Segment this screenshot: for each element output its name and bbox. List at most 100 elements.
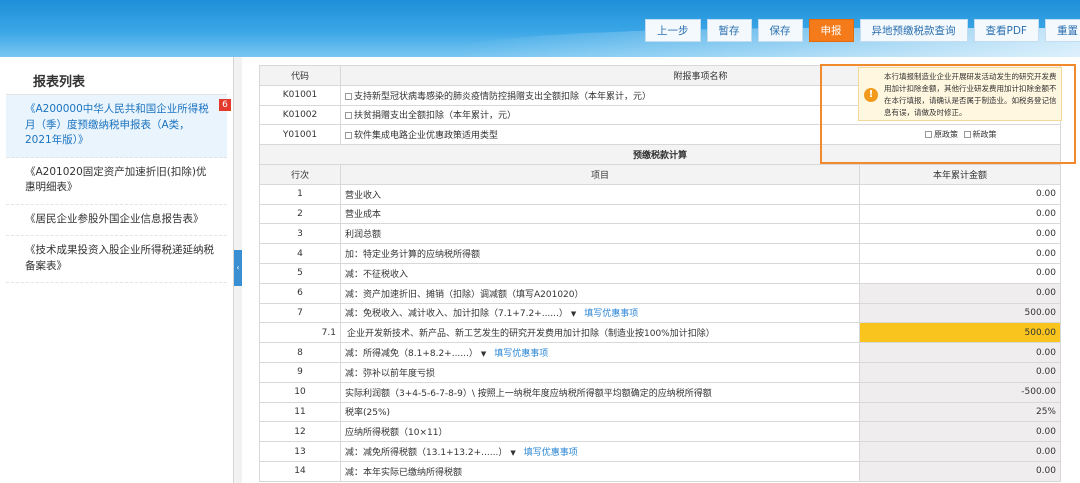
checkbox[interactable] [925,131,932,138]
row-item-text: 减：免税收入、减计收入、加计扣除（7.1+7.2+......） [345,309,568,320]
amount-input[interactable]: 0.00 [859,223,1061,245]
row-item: 减：减免所得税额（13.1+13.2+......） ▼ 填写优惠事项 [340,441,860,462]
row-item: 应纳所得税额（10×11） [340,421,860,443]
row-no: 6 [259,282,341,304]
new-policy-label: 新政策 [972,130,997,139]
report-list-sidebar: 报表列表 《A200000中华人民共和国企业所得税月（季）度预缴纳税申报表（A类… [0,57,234,483]
row-item: 企业开发新技术、新产品、新工艺发生的研究开发费用加计扣除（制造业按100%加计扣… [340,322,860,344]
tooltip-text: 本行填报制造业企业开展研发活动发生的研究开发费用加计扣除金额，其他行业研发费用加… [884,72,1057,117]
calc-header-row: 行次 项目 本年累计金额 [259,163,1061,185]
sidebar-title: 报表列表 [6,57,227,95]
checkbox[interactable] [345,112,352,120]
table-row: 9 减：弥补以前年度亏损 0.00 [259,361,1061,383]
row-no: 11 [259,401,341,423]
row-item: 税率(25%) [340,401,860,423]
fill-preferential-link[interactable]: 填写优惠事项 [524,448,578,458]
sidebar-item-foreign-shares[interactable]: 《居民企业参股外国企业信息报告表》 [6,205,227,236]
amount-readonly: 0.00 [859,460,1061,482]
table-row: 6 减：资产加速折旧、摊销（扣除）调减额（填写A201020） 0.00 [259,282,1061,304]
row-no: 8 [259,342,341,363]
old-policy-label: 原政策 [934,130,958,139]
table-row: 13 减：减免所得税额（13.1+13.2+......） ▼ 填写优惠事项 0.0… [259,441,1061,462]
table-row: 8 减：所得减免（8.1+8.2+......） ▼ 填写优惠事项 0.00 [259,342,1061,363]
warning-tooltip: ! 本行填报制造业企业开展研发活动发生的研究开发费用加计扣除金额，其他行业研发费… [858,67,1062,121]
table-row: 10 实际利润额（3+4-5-6-7-8-9）\ 按照上一纳税年度应纳税所得额平… [259,381,1061,403]
attach-name-text: 支持新型冠状病毒感染的肺炎疫情防控捐赠支出全额扣除（本年累计，元） [354,91,652,102]
amount-readonly: 0.00 [859,441,1061,462]
row-item: 减：本年实际已缴纳所得税额 [340,460,860,482]
amount-input-highlighted[interactable]: 500.00 [859,322,1061,344]
row-item: 减：弥补以前年度亏损 [340,361,860,383]
table-row: 3 利润总额 0.00 [259,223,1061,245]
col-amount-header: 本年累计金额 [859,163,1061,185]
checkbox[interactable] [963,131,971,138]
fill-preferential-link[interactable]: 填写优惠事项 [584,309,638,319]
amount-readonly: 25% [859,401,1061,423]
declare-button[interactable]: 申报 [808,19,854,42]
row-no: 3 [259,223,341,245]
row-no: 10 [259,381,341,403]
row-item: 减：资产加速折旧、摊销（扣除）调减额（填写A201020） [340,282,860,304]
amount-input[interactable]: 0.00 [859,183,1061,205]
row-item: 加：特定业务计算的应纳税所得额 [340,243,860,264]
table-row: 11 税率(25%) 25% [259,401,1061,423]
amount-readonly: -500.00 [859,381,1061,403]
amount-input[interactable]: 0.00 [859,203,1061,225]
reset-button[interactable]: 重置 [1044,19,1080,42]
row-no: 13 [259,441,341,462]
row-no: 4 [259,243,341,264]
row-no: 1 [259,183,341,205]
table-row: 5 减：不征税收入 0.00 [259,262,1061,284]
row-item: 营业收入 [340,183,860,205]
table-row: 12 应纳所得税额（10×11） 0.00 [259,421,1061,443]
row-item: 减：所得减免（8.1+8.2+......） ▼ 填写优惠事项 [340,342,860,363]
row-no: 7.1 [259,322,341,344]
row-no: 14 [259,460,341,482]
row-no: 7 [259,302,341,324]
draft-button[interactable]: 暂存 [706,19,752,42]
prev-step-button[interactable]: 上一步 [645,19,701,42]
sidebar-item-tech-investment[interactable]: 《技术成果投资入股企业所得税递延纳税备案表》 [6,236,227,283]
remote-prepaid-query-button[interactable]: 异地预缴税款查询 [859,19,968,42]
table-row: 1 营业收入 0.00 [259,183,1061,205]
row-no: 9 [259,361,341,383]
row-no: 12 [259,421,341,443]
amount-readonly: 0.00 [859,282,1061,304]
dropdown-caret-icon[interactable]: ▼ [510,449,515,457]
amount-input[interactable]: 0.00 [859,262,1061,284]
sidebar-item-label: 《技术成果投资入股企业所得税递延纳税备案表》 [25,244,214,272]
attach-name-text: 软件集成电路企业优惠政策适用类型 [354,131,499,142]
policy-options: 原政策 新政策 [925,129,997,140]
toolbar: 上一步 暂存 保存 申报 异地预缴税款查询 查看PDF 重置 [645,19,1080,42]
attach-name-text: 扶贫捐赠支出全额扣除（本年累计，元） [354,111,517,122]
row-item: 营业成本 [340,203,860,225]
dropdown-caret-icon[interactable]: ▼ [571,310,576,318]
dropdown-caret-icon[interactable]: ▼ [481,350,486,358]
sidebar-item-label: 《A201020固定资产加速折旧(扣除)优惠明细表》 [25,165,207,194]
warning-icon: ! [864,88,878,102]
table-row: 7.1 企业开发新技术、新产品、新工艺发生的研究开发费用加计扣除（制造业按100… [259,322,1061,344]
save-button[interactable]: 保存 [757,19,803,42]
row-item: 减：不征税收入 [340,262,860,284]
fill-preferential-link[interactable]: 填写优惠事项 [494,349,548,359]
table-row: 4 加：特定业务计算的应纳税所得额 0.00 [259,243,1061,264]
row-item: 实际利润额（3+4-5-6-7-8-9）\ 按照上一纳税年度应纳税所得额平均额确… [340,381,860,403]
view-pdf-button[interactable]: 查看PDF [973,19,1039,42]
sidebar-item-label: 《A200000中华人民共和国企业所得税月（季）度预缴纳税申报表（A类，2021… [25,103,209,146]
amount-readonly: 0.00 [859,421,1061,443]
top-banner: 上一步 暂存 保存 申报 异地预缴税款查询 查看PDF 重置 [0,0,1080,57]
table-row: 2 营业成本 0.00 [259,203,1061,225]
collapse-handle-icon[interactable]: ‹ [234,250,242,286]
sidebar-item-a201020[interactable]: 《A201020固定资产加速折旧(扣除)优惠明细表》 [6,158,227,205]
amount-readonly: 0.00 [859,361,1061,383]
checkbox[interactable] [345,92,352,100]
amount-readonly: 0.00 [859,342,1061,363]
sidebar-item-a200000[interactable]: 《A200000中华人民共和国企业所得税月（季）度预缴纳税申报表（A类，2021… [6,95,231,158]
row-item-text: 减：减免所得税额（13.1+13.2+......） [345,448,508,459]
checkbox[interactable] [345,132,352,140]
amount-input[interactable]: 0.00 [859,243,1061,264]
attach-code: K01002 [259,104,341,126]
sidebar-item-label: 《居民企业参股外国企业信息报告表》 [25,212,204,225]
attach-code: K01001 [259,84,341,106]
attach-code: Y01001 [259,124,341,146]
